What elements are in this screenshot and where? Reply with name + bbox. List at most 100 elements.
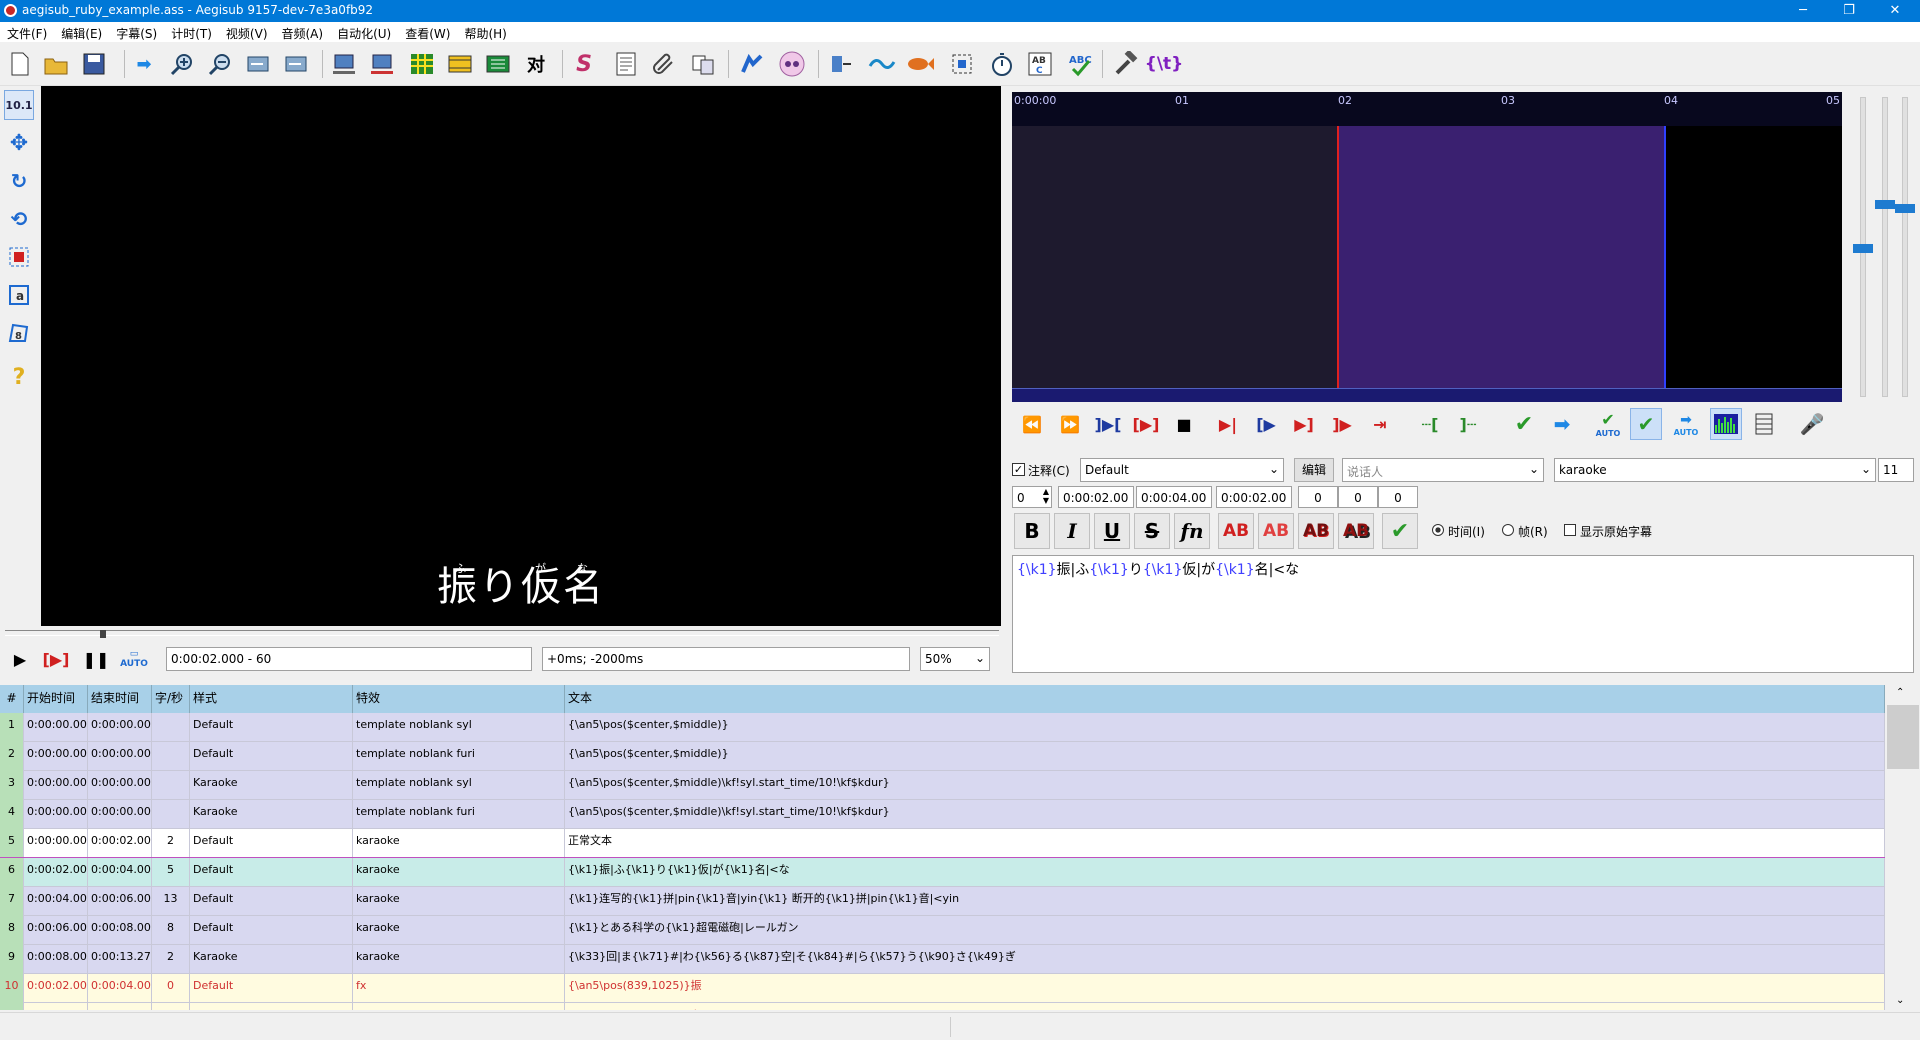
menu-file[interactable]: 文件(F) [0, 22, 54, 42]
spell-check-icon[interactable]: ABC [1066, 50, 1094, 78]
primary-color-button[interactable]: AB [1218, 513, 1254, 549]
rotate-z-icon[interactable]: ↻ [4, 166, 34, 196]
spectrum-toggle[interactable] [1710, 408, 1742, 440]
menu-edit[interactable]: 编辑(E) [54, 22, 109, 42]
minimize-button[interactable]: ─ [1780, 0, 1826, 22]
header-style[interactable]: 样式 [190, 685, 353, 713]
table-row[interactable]: 4 0:00:00.00 0:00:00.00 Karaoke template nob… [0, 800, 1885, 829]
clip-tool-icon[interactable]: a [4, 280, 34, 310]
scroll-down-icon[interactable]: ⌄ [1896, 995, 1904, 1006]
menu-timing[interactable]: 计时(T) [164, 22, 219, 42]
autoscroll-toggle[interactable]: ▭ AUTO [120, 645, 148, 673]
vector-clip-icon[interactable]: 8 [4, 318, 34, 348]
next-line-icon[interactable]: ⏩ [1054, 408, 1086, 440]
snap-end-icon[interactable] [282, 50, 310, 78]
play-selection-icon[interactable]: ]▶[ [1092, 408, 1124, 440]
video-seek-bar[interactable] [5, 630, 999, 636]
end-marker[interactable] [1664, 126, 1666, 390]
stop-icon[interactable]: ■ [1168, 408, 1200, 440]
margin-vertical-field[interactable]: 0 [1378, 486, 1418, 508]
go-next-icon[interactable]: ➡ [1546, 408, 1578, 440]
zoom-in-icon[interactable] [168, 50, 196, 78]
shift-times-icon[interactable] [738, 50, 766, 78]
play-icon[interactable]: ▶ [6, 645, 34, 673]
font-button[interactable]: fn [1174, 513, 1210, 549]
menu-view[interactable]: 查看(W) [398, 22, 457, 42]
audio-waveform[interactable]: 0:00:00 01 02 03 04 05 [1012, 92, 1842, 402]
auto-scroll-audio-toggle[interactable]: ➡ AUTO [1670, 408, 1702, 440]
table-row[interactable]: 2 0:00:00.00 0:00:00.00 Default template nob… [0, 742, 1885, 771]
play-after-end-icon[interactable]: ]▶ [1326, 408, 1358, 440]
translate-button[interactable]: 对 [522, 50, 550, 78]
resample-icon[interactable] [690, 50, 718, 78]
table-row[interactable]: 3 0:00:00.00 0:00:00.00 Karaoke template nob… [0, 771, 1885, 800]
open-file-icon[interactable] [42, 50, 70, 78]
table-row[interactable]: 6 0:00:02.00 0:00:04.00 5 Default karaoke {\k1… [0, 857, 1885, 888]
play-to-end-icon[interactable]: ⇥ [1364, 408, 1396, 440]
play-before-end-icon[interactable]: ▶] [1288, 408, 1320, 440]
start-marker[interactable] [1337, 126, 1339, 390]
header-effect[interactable]: 特效 [353, 685, 565, 713]
menu-audio[interactable]: 音频(A) [275, 22, 331, 42]
effect-field[interactable]: karaoke ⌄ [1554, 458, 1876, 482]
stopwatch-icon[interactable] [988, 50, 1016, 78]
close-button[interactable]: ✕ [1872, 0, 1918, 22]
time-radio[interactable] [1432, 524, 1444, 536]
volume-slider-thumb[interactable] [1875, 200, 1895, 209]
header-end[interactable]: 结束时间 [88, 685, 152, 713]
secondary-color-button[interactable]: AB [1258, 513, 1294, 549]
style-select[interactable]: Default ⌄ [1080, 458, 1284, 482]
drag-tool-icon[interactable]: ✥ [4, 128, 34, 158]
header-text[interactable]: 文本 [565, 685, 1885, 713]
header-start[interactable]: 开始时间 [24, 685, 88, 713]
active-line-region[interactable] [1338, 126, 1664, 388]
properties-icon[interactable] [612, 50, 640, 78]
grid-scrollbar[interactable]: ⌃ ⌄ [1886, 685, 1920, 1010]
zoom-slider-thumb[interactable] [1853, 244, 1873, 253]
table-row[interactable]: 9 0:00:08.00 0:00:13.27 2 Karaoke karaoke {\k3… [0, 945, 1885, 974]
play-after-start-icon[interactable]: [▶ [1250, 408, 1282, 440]
char-count-field[interactable]: 11 [1878, 458, 1914, 482]
outline-color-button[interactable]: AB [1298, 513, 1334, 549]
save-file-icon[interactable] [80, 50, 108, 78]
auto-commit-toggle[interactable]: ✔ AUTO [1592, 408, 1624, 440]
menu-subtitle[interactable]: 字幕(S) [109, 22, 164, 42]
underline-button[interactable]: U [1094, 513, 1130, 549]
rotate-xy-icon[interactable]: ⟲ [4, 204, 34, 234]
volume-slider[interactable] [1882, 97, 1888, 397]
play-line-icon[interactable]: [▶] [42, 645, 70, 673]
table-row[interactable]: 10 0:00:02.00 0:00:04.00 0 Default fx {\an5\po… [0, 974, 1885, 1003]
video-time-field[interactable]: 0:00:02.000 - 60 [166, 647, 532, 671]
commit-line-button[interactable]: ✔ [1382, 513, 1418, 549]
transform-tag-button[interactable]: {\t} [1145, 50, 1184, 78]
show-original-checkbox[interactable] [1564, 524, 1576, 536]
end-time-field[interactable]: 0:00:04.00 [1136, 486, 1212, 508]
app-icon[interactable] [4, 4, 17, 17]
fonts-collector-icon[interactable] [484, 50, 512, 78]
play-before-icon[interactable]: ▶| [1212, 408, 1244, 440]
menu-help[interactable]: 帮助(H) [457, 22, 513, 42]
karaoke-mode-icon[interactable] [1748, 408, 1780, 440]
lead-in-icon[interactable]: ┄[ [1414, 408, 1446, 440]
attachments-icon[interactable] [446, 50, 474, 78]
margin-left-field[interactable]: 0 [1298, 486, 1338, 508]
actor-field[interactable]: 说话人 ⌄ [1342, 458, 1544, 482]
help-icon[interactable]: ? [4, 362, 34, 392]
paperclip-icon[interactable] [650, 50, 678, 78]
table-row[interactable]: 5 0:00:00.00 0:00:02.00 2 Default karaoke 正常文本 [0, 829, 1885, 858]
maximize-button[interactable]: ❐ [1826, 0, 1872, 22]
play-line-audio-icon[interactable]: [▶] [1130, 408, 1162, 440]
spinner-arrows-icon[interactable]: ▲ ▼ [1043, 487, 1049, 505]
table-row[interactable]: 8 0:00:06.00 0:00:08.00 8 Default karaoke {\k1… [0, 916, 1885, 945]
zoom-out-icon[interactable] [206, 50, 234, 78]
kanji-timer-icon[interactable] [868, 50, 896, 78]
duration-field[interactable]: 0:00:02.00 [1216, 486, 1292, 508]
commit-icon[interactable]: ✔ [1508, 408, 1540, 440]
spellcheck-icon[interactable]: S [570, 50, 598, 78]
new-file-icon[interactable] [6, 50, 34, 78]
layer-spinner[interactable]: 0 ▲ ▼ [1012, 486, 1052, 508]
italic-button[interactable]: I [1054, 513, 1090, 549]
scroll-up-icon[interactable]: ⌃ [1896, 687, 1904, 698]
video-jump-end-icon[interactable] [368, 50, 396, 78]
bold-button[interactable]: B [1014, 513, 1050, 549]
